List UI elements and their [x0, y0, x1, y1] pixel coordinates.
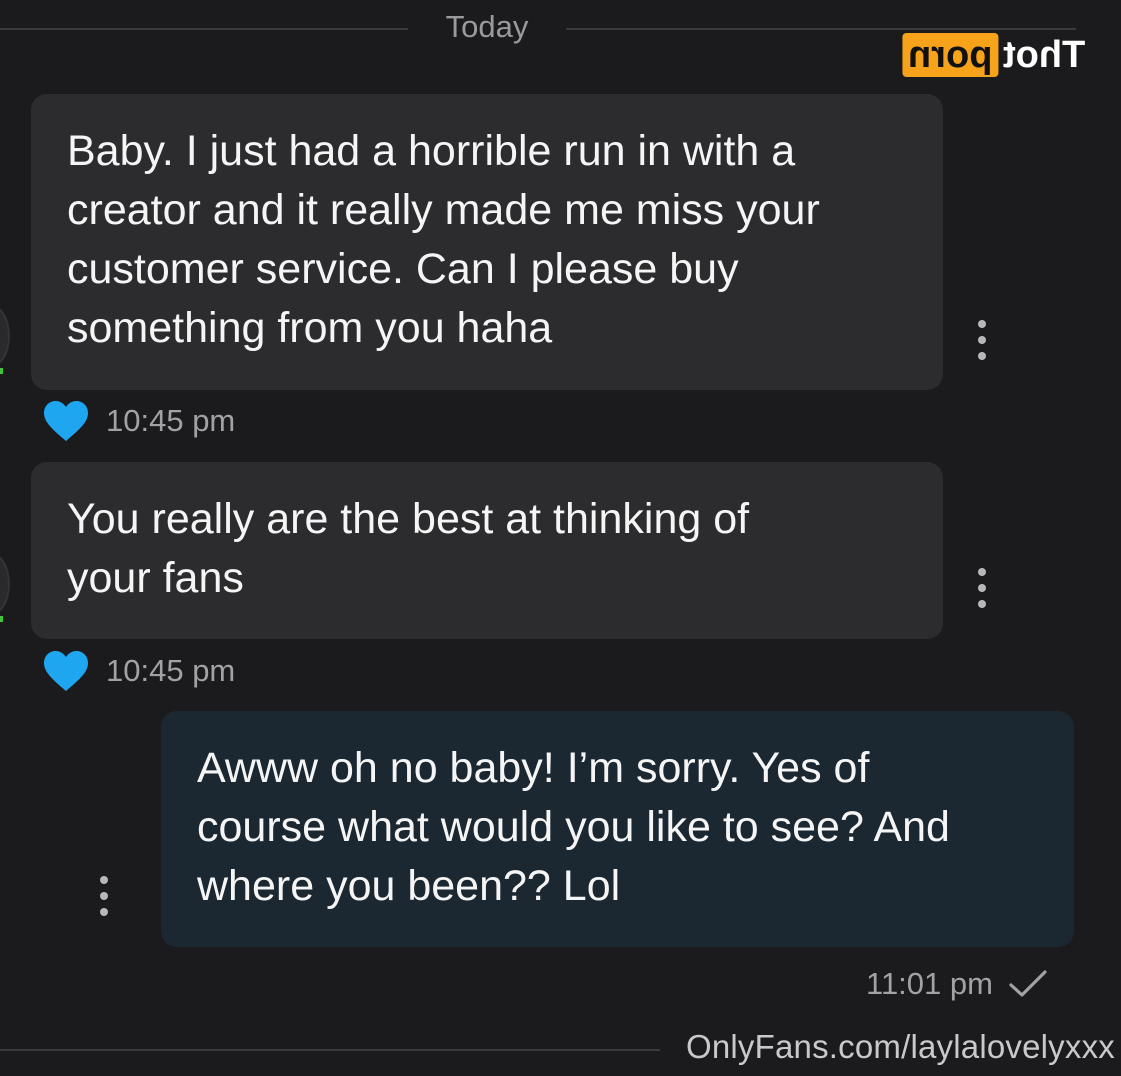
heart-icon[interactable] [42, 649, 90, 693]
chat-screen: Today porn Thot Baby. I just had a horri… [0, 0, 1121, 1076]
read-check-icon [1009, 970, 1047, 997]
logo-text: Thot [1002, 33, 1085, 76]
heart-icon[interactable] [42, 399, 90, 443]
logo-badge: porn [902, 33, 999, 77]
message-bubble-incoming[interactable]: Baby. I just had a horrible run in with … [31, 94, 943, 390]
message-time: 10:45 pm [106, 403, 236, 438]
divider-line [0, 1049, 660, 1051]
more-options-icon[interactable] [976, 568, 988, 608]
online-indicator [0, 368, 3, 374]
message-meta: 10:45 pm [42, 396, 235, 446]
message-time: 10:45 pm [106, 653, 236, 688]
message-time: 11:01 pm [866, 966, 993, 1001]
message-bubble-incoming[interactable]: You really are the best at thinking of y… [31, 462, 943, 639]
date-label: Today [445, 9, 529, 44]
more-options-icon[interactable] [976, 320, 988, 360]
sender-avatar[interactable] [0, 552, 10, 616]
online-indicator [0, 616, 3, 622]
divider-line [566, 28, 1076, 30]
message-meta: 10:45 pm [42, 646, 235, 696]
watermark-logo: porn Thot [902, 32, 1085, 78]
url-watermark: OnlyFans.com/laylalovelyxxx [685, 1028, 1115, 1065]
sender-avatar[interactable] [0, 304, 10, 368]
message-meta: 11:01 pm [866, 958, 1049, 1010]
message-bubble-outgoing[interactable]: Awww oh no baby! I’m sorry. Yes of cours… [161, 711, 1074, 947]
divider-line [0, 28, 408, 30]
more-options-icon[interactable] [98, 876, 110, 916]
